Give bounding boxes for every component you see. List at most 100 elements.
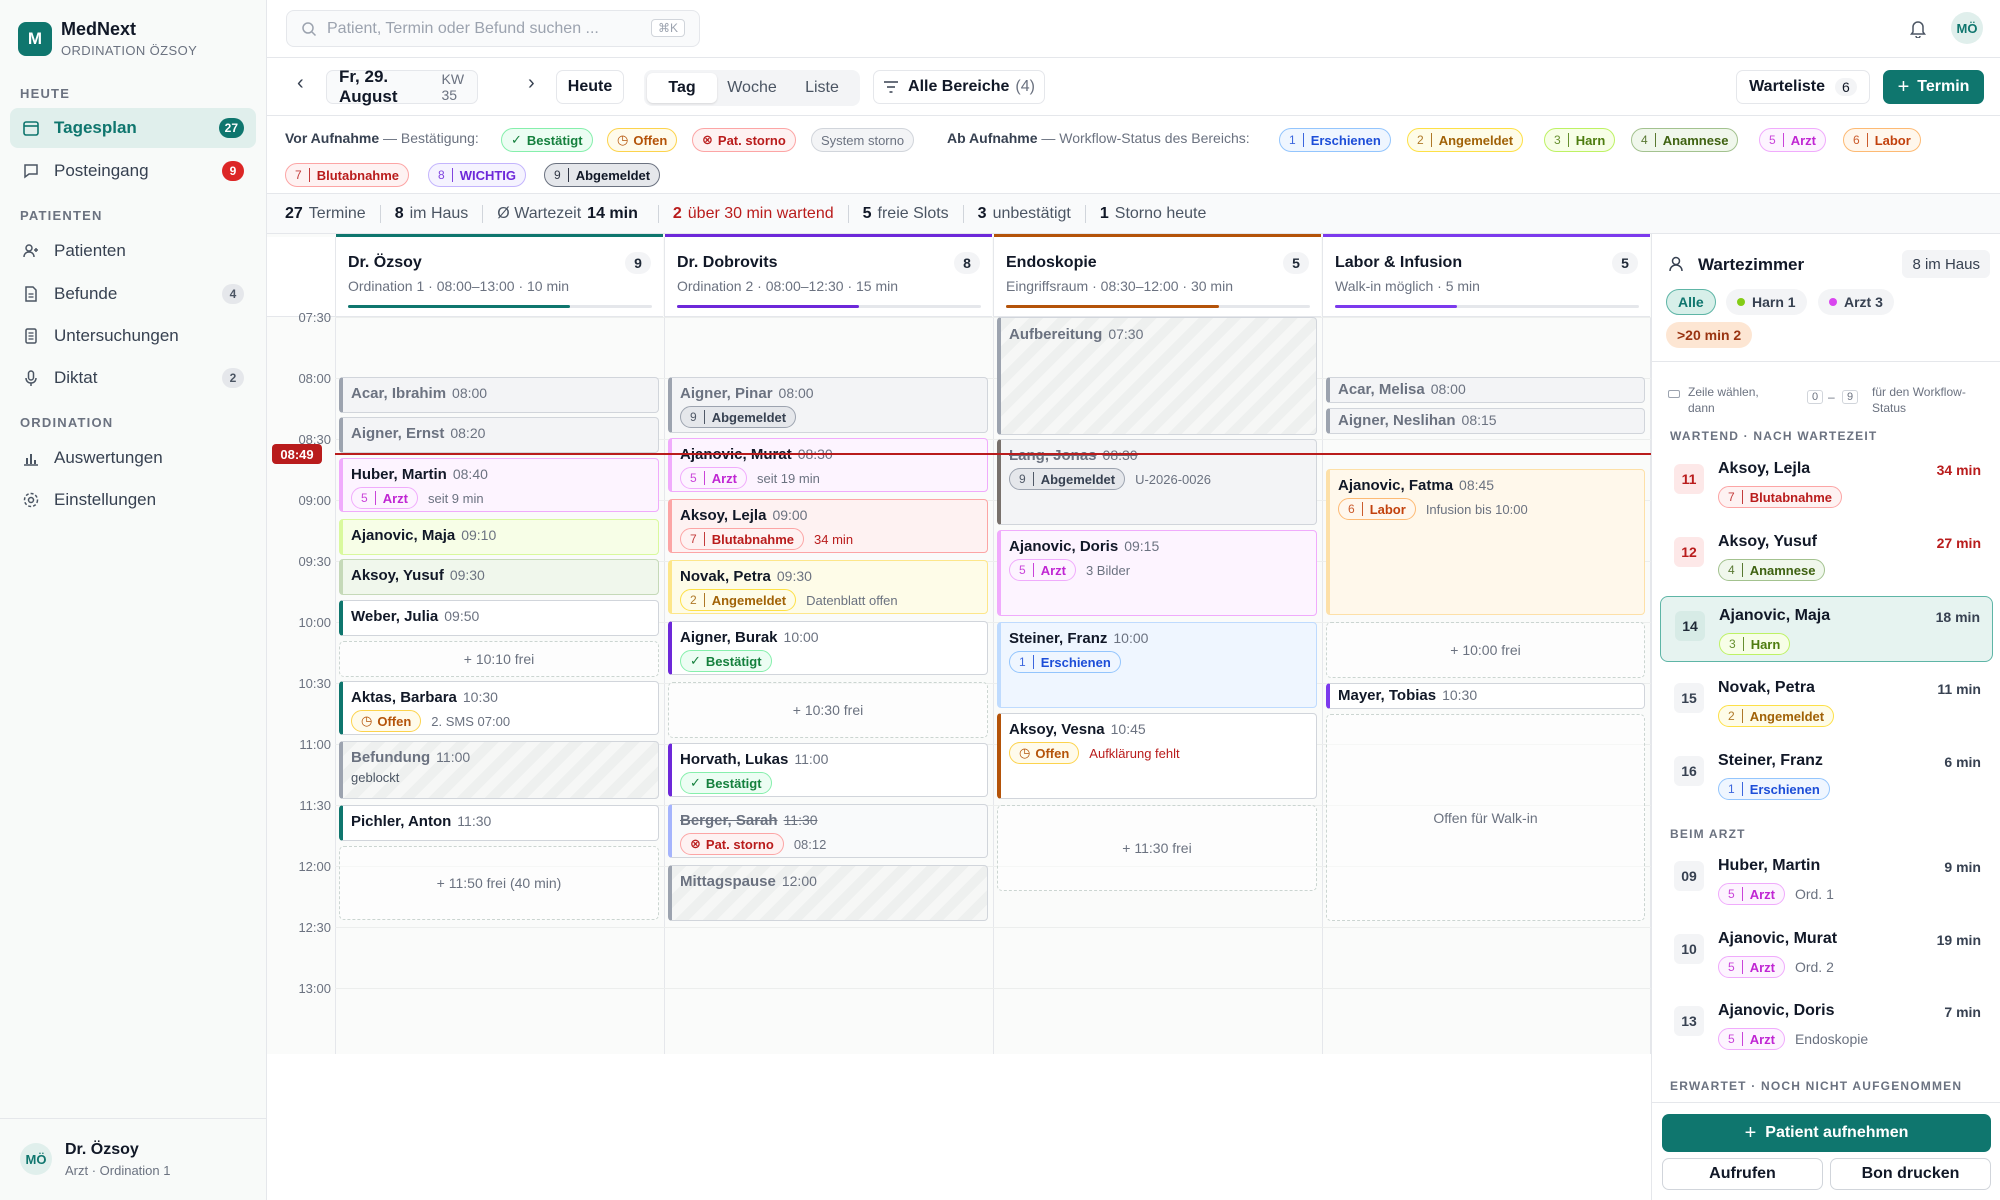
appointment-card[interactable]: Novak, Petra 09:30 2 Angemeldet Datenblatt … (668, 560, 988, 614)
status-pill[interactable]: 9 Abgemeldet (1009, 468, 1126, 490)
next-day-button[interactable]: › (528, 72, 535, 95)
stat-freie-slots: 5 freie Slots (849, 204, 964, 223)
status-pill[interactable]: 1 Erschienen (1718, 778, 1830, 800)
appointment-card[interactable]: Steiner, Franz 10:00 1 Erschienen (997, 622, 1317, 708)
status-pill[interactable]: 5 Arzt (680, 467, 747, 489)
status-pill[interactable]: 5 Arzt (351, 487, 418, 509)
today-button[interactable]: Heute (556, 70, 624, 104)
date-picker[interactable]: Fr, 29. August KW 35 (326, 67, 478, 106)
blocked-slot[interactable]: Befundung 11:00 geblockt (339, 741, 659, 799)
print-ticket-button[interactable]: Bon drucken (1830, 1158, 1991, 1190)
status-pill[interactable]: ◷ Offen (1009, 742, 1080, 764)
sidebar-item-auswertungen[interactable]: Auswertungen (10, 438, 256, 478)
appointment-card[interactable]: Pichler, Anton 11:30 (339, 805, 659, 841)
column-header-labor[interactable]: Labor & Infusion Walk-in möglich · 5 min… (1322, 234, 1650, 317)
appointment-card[interactable]: Ajanovic, Maja 09:10 (339, 519, 659, 555)
waiting-row[interactable]: 12 Aksoy, Yusuf 4 Anamnese 27 min (1660, 523, 1993, 589)
blocked-slot[interactable]: Aufbereitung 07:30 (997, 317, 1317, 435)
column-header-oezsoy[interactable]: Dr. Özsoy Ordination 1 · 08:00–13:00 · 1… (335, 234, 663, 317)
waiting-row[interactable]: 16 Steiner, Franz 1 Erschienen 6 min (1660, 742, 1993, 808)
status-pill[interactable]: 2 Angemeldet (1718, 705, 1835, 727)
admit-patient-button[interactable]: + Patient aufnehmen (1662, 1114, 1991, 1152)
legend-pill-anamnese: 4 Anamnese (1631, 128, 1739, 152)
appointment-card[interactable]: Aigner, Neslihan 08:15 (1326, 408, 1645, 434)
appointment-card[interactable]: Aktas, Barbara 10:30 ◷ Offen 2. SMS 07:00 (339, 681, 659, 735)
waitlist-button[interactable]: Warteliste 6 (1736, 70, 1870, 104)
free-slot[interactable]: + 11:30 frei (997, 805, 1317, 891)
filter-chip-alle[interactable]: Alle (1666, 289, 1716, 315)
appointment-card[interactable]: Aksoy, Yusuf 09:30 (339, 559, 659, 595)
status-pill[interactable]: 6 Labor (1338, 498, 1416, 520)
status-pill[interactable]: 5 Arzt (1009, 559, 1076, 581)
bell-icon[interactable] (1909, 18, 1927, 38)
walk-in-slot[interactable]: Offen für Walk-in (1326, 714, 1645, 921)
filter-chip-arzt[interactable]: Arzt 3 (1818, 289, 1894, 315)
status-pill[interactable]: 5 Arzt (1718, 883, 1785, 905)
waiting-row-selected[interactable]: 14 Ajanovic, Maja 3 Harn 18 min (1660, 596, 1993, 662)
sidebar-item-patienten[interactable]: Patienten (10, 231, 256, 271)
doctor-row[interactable]: 09 Huber, Martin 5 Arzt Ord. 1 9 min (1660, 847, 1993, 913)
current-time-badge: 08:49 (272, 444, 322, 464)
prev-day-button[interactable]: ‹ (297, 72, 304, 95)
appointment-card[interactable]: Aksoy, Vesna 10:45 ◷ Offen Aufklärung fehlt (997, 713, 1317, 799)
call-patient-button[interactable]: Aufrufen (1662, 1158, 1823, 1190)
waiting-row[interactable]: 11 Aksoy, Lejla 7 Blutabnahme 34 min (1660, 450, 1993, 516)
status-pill[interactable]: ◷ Offen (351, 710, 422, 732)
view-tab-week[interactable]: Woche (717, 73, 787, 103)
appointment-card[interactable]: Lang, Jonas 08:30 9 Abgemeldet U-2026-0026 (997, 439, 1317, 525)
filter-chip-over-20[interactable]: >20 min 2 (1666, 322, 1753, 348)
appointment-card[interactable]: Ajanovic, Doris 09:15 5 Arzt 3 Bilder (997, 530, 1317, 616)
status-pill[interactable]: 3 Harn (1719, 633, 1791, 655)
status-pill[interactable]: 9 Abgemeldet (680, 406, 797, 428)
status-pill[interactable]: ⊗ Pat. storno (680, 833, 784, 855)
sidebar-item-diktat[interactable]: Diktat 2 (10, 358, 256, 398)
appointment-card[interactable]: Ajanovic, Fatma 08:45 6 Labor Infusion bis … (1326, 469, 1645, 615)
status-pill[interactable]: 2 Angemeldet (680, 589, 797, 611)
free-slot[interactable]: + 10:30 frei (668, 682, 988, 738)
status-pill[interactable]: ✓ Bestätigt (680, 772, 772, 794)
status-pill[interactable]: 5 Arzt (1718, 1028, 1785, 1050)
appointment-card[interactable]: Berger, Sarah 11:30 ⊗ Pat. storno 08:12 (668, 804, 988, 858)
appointment-card[interactable]: Mayer, Tobias 10:30 (1326, 683, 1645, 709)
status-pill[interactable]: ✓ Bestätigt (680, 650, 772, 672)
column-header-dobrovits[interactable]: Dr. Dobrovits Ordination 2 · 08:00–12:30… (664, 234, 992, 317)
appointment-card[interactable]: Aigner, Burak 10:00 ✓ Bestätigt (668, 621, 988, 675)
search-input[interactable]: Patient, Termin oder Befund suchen ... ⌘… (286, 10, 700, 47)
appointment-card[interactable]: Huber, Martin 08:40 5 Arzt seit 9 min (339, 458, 659, 512)
sidebar-item-tagesplan[interactable]: Tagesplan 27 (10, 108, 256, 148)
status-pill[interactable]: 4 Anamnese (1718, 559, 1826, 581)
appointment-card[interactable]: Horvath, Lukas 11:00 ✓ Bestätigt (668, 743, 988, 797)
free-slot[interactable]: + 10:10 frei (339, 641, 659, 677)
section-expected: ERWARTET · NOCH NICHT AUFGENOMMEN (1670, 1079, 1963, 1093)
status-pill[interactable]: 7 Blutabnahme (680, 528, 805, 550)
new-appointment-button[interactable]: + Termin (1883, 70, 1984, 104)
waiting-row[interactable]: 15 Novak, Petra 2 Angemeldet 11 min (1660, 669, 1993, 735)
blocked-slot[interactable]: Mittagspause 12:00 (668, 865, 988, 921)
appointment-card[interactable]: Acar, Melisa 08:00 (1326, 377, 1645, 403)
status-pill[interactable]: 5 Arzt (1718, 956, 1785, 978)
appointment-card[interactable]: Aigner, Pinar 08:00 9 Abgemeldet (668, 377, 988, 433)
filter-chip-harn[interactable]: Harn 1 (1726, 289, 1807, 315)
doctor-row[interactable]: 10 Ajanovic, Murat 5 Arzt Ord. 2 19 min (1660, 920, 1993, 986)
status-pill[interactable]: 7 Blutabnahme (1718, 486, 1843, 508)
in-house-count: 8 im Haus (1902, 250, 1990, 278)
sidebar-item-untersuchungen[interactable]: Untersuchungen (10, 316, 256, 356)
view-tab-list[interactable]: Liste (787, 73, 857, 103)
column-header-endoskopie[interactable]: Endoskopie Eingriffsraum · 08:30–12:00 ·… (993, 234, 1321, 317)
sidebar-item-einstellungen[interactable]: Einstellungen (10, 480, 256, 520)
area-filter-button[interactable]: Alle Bereiche (4) (873, 70, 1045, 104)
sidebar-item-befunde[interactable]: Befunde 4 (10, 274, 256, 314)
appointment-card[interactable]: Aksoy, Lejla 09:00 7 Blutabnahme 34 min (668, 499, 988, 553)
sidebar-item-posteingang[interactable]: Posteingang 9 (10, 151, 256, 191)
free-slot[interactable]: + 10:00 frei (1326, 622, 1645, 678)
appointment-card[interactable]: Acar, Ibrahim 08:00 (339, 377, 659, 413)
current-user[interactable]: MÖ Dr. Özsoy Arzt · Ordination 1 (0, 1118, 266, 1200)
free-slot[interactable]: + 11:50 frei (40 min) (339, 846, 659, 920)
view-tab-day[interactable]: Tag (647, 73, 717, 103)
appointment-card[interactable]: Weber, Julia 09:50 (339, 600, 659, 636)
avatar[interactable]: MÖ (1951, 12, 1983, 44)
status-pill[interactable]: 1 Erschienen (1009, 651, 1121, 673)
appointment-card[interactable]: Aigner, Ernst 08:20 (339, 417, 659, 453)
doctor-row[interactable]: 13 Ajanovic, Doris 5 Arzt Endoskopie 7 min (1660, 992, 1993, 1058)
appointment-card[interactable]: Ajanovic, Murat08:30 5Arztseit 19 min (668, 438, 988, 492)
